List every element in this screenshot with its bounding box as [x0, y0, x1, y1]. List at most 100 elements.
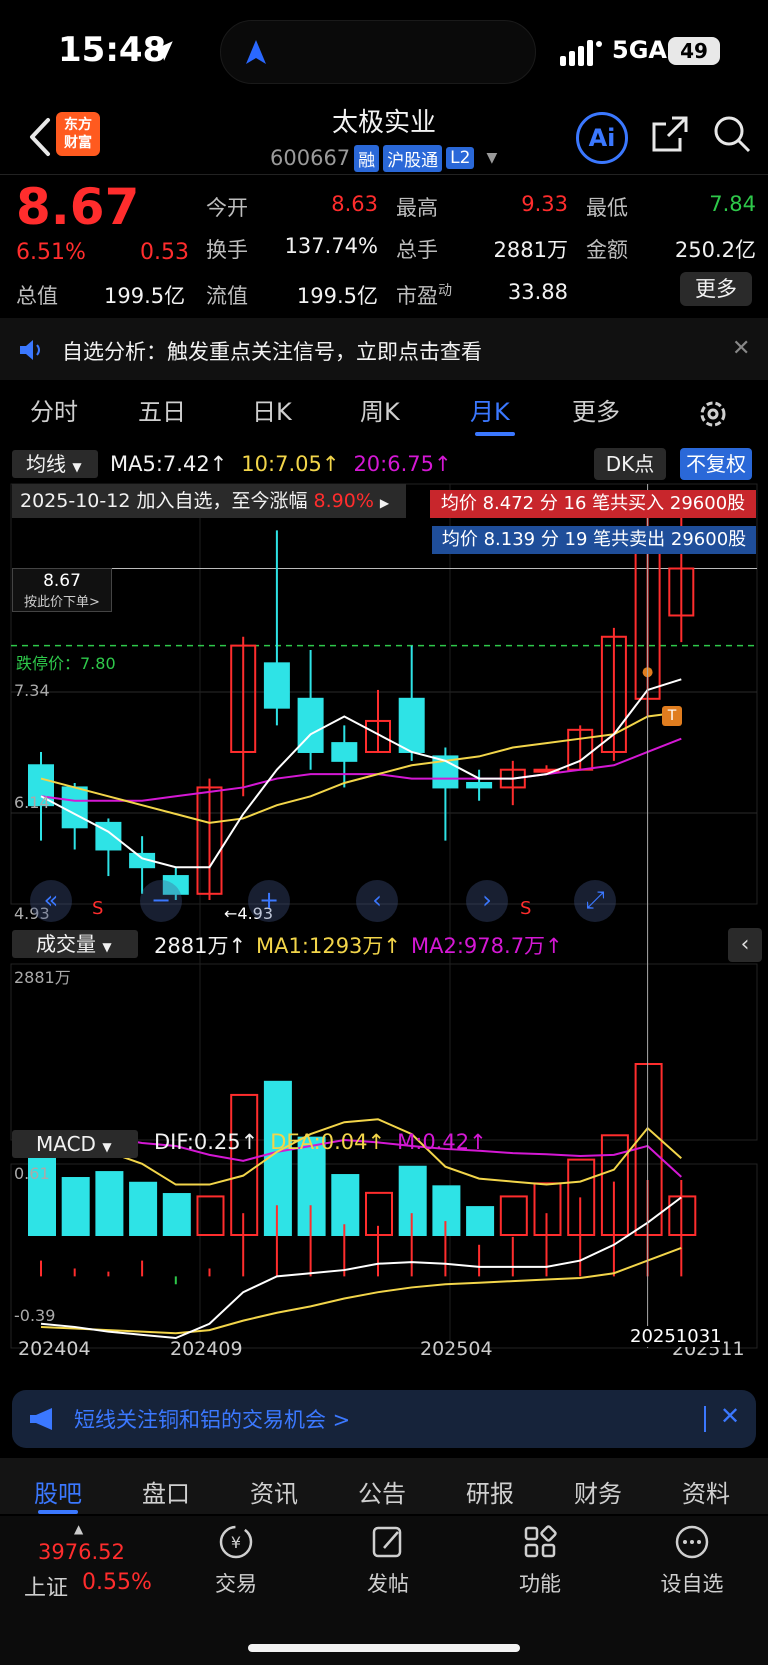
more-dots-icon — [675, 1525, 709, 1559]
high-value: 9.33 — [521, 192, 568, 216]
buy-summary-banner[interactable]: 均价 8.472 分 16 笔共买入 29600股 — [430, 490, 756, 518]
fullscreen-button[interactable]: ⤢ — [574, 880, 616, 922]
sell-summary-banner[interactable]: 均价 8.139 分 19 笔共卖出 29600股 — [432, 526, 756, 554]
macd-select[interactable]: MACD ▼ — [12, 1130, 138, 1158]
macd-m: M:0.42↑ — [397, 1130, 487, 1154]
adjust-button[interactable]: 不复权 — [680, 448, 752, 480]
tab-orderbook[interactable]: 盘口 — [142, 1474, 190, 1509]
dea-line — [40, 1247, 682, 1335]
turnover-label: 换手 — [206, 238, 248, 262]
index-name[interactable]: 上证 — [24, 1570, 68, 1602]
tab-research[interactable]: 研报 — [466, 1474, 514, 1509]
macd-y-min: -0.39 — [14, 1306, 56, 1325]
tab-profile[interactable]: 资料 — [682, 1474, 730, 1509]
index-value[interactable]: 3976.52 — [38, 1540, 125, 1564]
share-icon[interactable] — [650, 114, 690, 154]
volume-panel-frame — [10, 963, 758, 1141]
candle-body — [398, 697, 425, 753]
settings-gear-icon[interactable] — [697, 398, 729, 430]
pct-change: 6.51% — [16, 240, 86, 265]
close-icon[interactable]: ✕ — [732, 336, 750, 361]
promo-divider — [704, 1406, 706, 1432]
sell-marker-2: S — [520, 898, 532, 919]
stock-code: 600667 — [270, 146, 351, 170]
low-value: 7.84 — [709, 192, 756, 216]
yen-exchange-icon: ¥ — [219, 1525, 253, 1559]
float-value: 199.5亿 — [296, 284, 378, 308]
location-arrow-icon — [153, 41, 173, 61]
battery-icon: 49 — [668, 37, 720, 65]
candle-body — [263, 662, 290, 709]
order-at-price-box[interactable]: 8.67 按此价下单> — [12, 568, 112, 612]
edit-icon — [372, 1526, 402, 1558]
ma-select[interactable]: 均线 ▼ — [12, 450, 98, 478]
dropdown-icon: ▼ — [102, 1140, 112, 1154]
chevron-down-icon: ▼ — [486, 150, 498, 166]
dock-trade[interactable]: ¥ 交易 — [196, 1524, 276, 1598]
volume-bar — [466, 1206, 495, 1237]
tab-announcements[interactable]: 公告 — [358, 1474, 406, 1509]
zoom-in-button[interactable]: + — [248, 880, 290, 922]
tab-forum[interactable]: 股吧 — [34, 1474, 82, 1509]
last-price: 8.67 — [16, 178, 140, 236]
tag-margin: 融 — [354, 144, 380, 172]
tab-intraday[interactable]: 分时 — [30, 392, 78, 427]
watchlist-alert-banner[interactable]: 2025-10-12 加入自选，至今涨幅 8.90% ▶ — [12, 484, 406, 518]
candle-body — [331, 742, 358, 762]
ai-button[interactable]: Ai — [576, 112, 628, 164]
turnover-value: 137.74% — [284, 234, 378, 258]
x-tick-1: 202404 — [18, 1338, 91, 1360]
tab-news[interactable]: 资讯 — [250, 1474, 298, 1509]
megaphone-icon — [30, 1408, 52, 1430]
tab-more[interactable]: 更多 — [572, 392, 620, 427]
dock-add-watchlist[interactable]: 设自选 — [652, 1524, 732, 1598]
search-icon[interactable] — [712, 114, 752, 154]
limit-down-label: 跌停价：7.80 — [16, 654, 116, 673]
amount-label: 金额 — [586, 238, 628, 262]
volume-bar — [95, 1171, 124, 1237]
tab-weekly[interactable]: 周K — [360, 392, 400, 427]
tab-daily[interactable]: 日K — [252, 392, 292, 427]
network-label: 5GA — [612, 36, 667, 64]
volume-bar — [499, 1195, 528, 1236]
dock-post[interactable]: 发帖 — [348, 1524, 428, 1598]
zoom-out-button[interactable]: − — [140, 880, 182, 922]
sell-marker: S — [92, 898, 104, 919]
promo-text: 短线关注铜和铝的交易机会 > — [74, 1408, 351, 1432]
volume-bar — [129, 1181, 158, 1236]
tab-monthly[interactable]: 月K — [470, 392, 510, 427]
macd-dea: DEA:0.04↑ — [270, 1130, 386, 1154]
volume-bar — [61, 1177, 90, 1236]
tab-financials[interactable]: 财务 — [574, 1474, 622, 1509]
alert-pct: 8.90% — [313, 490, 374, 512]
macd-y-max: 0.61 — [14, 1164, 50, 1183]
mcap-value: 199.5亿 — [104, 284, 186, 308]
volume-ma1: MA1:1293万↑ — [256, 934, 402, 958]
dock-trade-label: 交易 — [215, 1572, 257, 1596]
index-pct[interactable]: 0.55% — [82, 1570, 152, 1595]
tag-connect: 沪股通 — [383, 144, 443, 172]
dock-functions[interactable]: 功能 — [500, 1524, 580, 1598]
dk-point-button[interactable]: DK点 — [594, 448, 666, 480]
x-tick-2: 202409 — [170, 1338, 243, 1360]
y-label-734: 7.34 — [14, 681, 50, 700]
speaker-icon — [20, 340, 40, 360]
close-icon[interactable]: ✕ — [720, 1402, 740, 1430]
tab-five-day[interactable]: 五日 — [138, 392, 186, 427]
home-indicator — [248, 1644, 520, 1652]
candle-body — [61, 786, 88, 829]
collapse-panel-button[interactable]: ‹ — [728, 928, 762, 962]
signal-icon — [560, 40, 602, 66]
open-value: 8.63 — [331, 192, 378, 216]
more-button[interactable]: 更多 — [680, 272, 752, 306]
volume-select[interactable]: 成交量 ▼ — [12, 930, 138, 958]
volume-label: 总手 — [396, 238, 438, 262]
dropdown-icon: ▼ — [72, 460, 82, 474]
t-marker: T — [662, 706, 682, 726]
next-button[interactable]: › — [466, 880, 508, 922]
volume-now: 2881万↑ — [154, 934, 247, 958]
pe-label-text: 市盈 — [396, 284, 438, 308]
scroll-left-fast-button[interactable]: « — [30, 880, 72, 922]
prev-button[interactable]: ‹ — [356, 880, 398, 922]
stock-code-row[interactable]: 600667 融 沪股通 L2 ▼ — [270, 144, 497, 172]
